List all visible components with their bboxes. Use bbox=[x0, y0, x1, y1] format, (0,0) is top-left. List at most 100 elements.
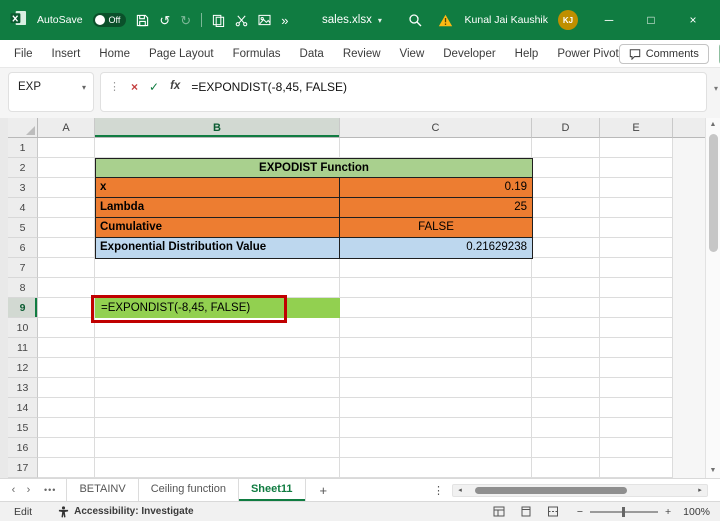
select-all-corner[interactable] bbox=[8, 118, 38, 138]
table-row-label[interactable]: Cumulative bbox=[96, 218, 340, 237]
menu-tab-help[interactable]: Help bbox=[515, 48, 539, 60]
cut-icon[interactable] bbox=[235, 14, 248, 27]
table-row-label[interactable]: x bbox=[96, 178, 340, 197]
zoom-in-icon[interactable]: + bbox=[665, 506, 671, 518]
row-header-5[interactable]: 5 bbox=[8, 218, 38, 238]
table-row-value[interactable]: 0.19 bbox=[340, 178, 532, 197]
table-row-value[interactable]: 0.21629238 bbox=[340, 238, 532, 258]
scroll-right-icon[interactable]: ▸ bbox=[693, 486, 707, 494]
table-row: x 0.19 bbox=[96, 178, 532, 198]
table-row-value[interactable]: 25 bbox=[340, 198, 532, 217]
sheet-tab-betainv[interactable]: BETAINV bbox=[66, 479, 139, 501]
sheet-more-icon[interactable]: ••• bbox=[44, 485, 56, 495]
column-header-c[interactable]: C bbox=[340, 118, 532, 138]
warning-icon[interactable] bbox=[438, 14, 453, 27]
row-header-9[interactable]: 9 bbox=[8, 298, 38, 318]
clipboard-icon[interactable] bbox=[212, 14, 225, 27]
titlebar-divider bbox=[201, 13, 203, 27]
scroll-up-icon[interactable]: ▲ bbox=[710, 118, 717, 132]
row-header-17[interactable]: 17 bbox=[8, 458, 38, 478]
menu-tab-insert[interactable]: Insert bbox=[52, 48, 81, 60]
table-row-value[interactable]: FALSE bbox=[340, 218, 532, 237]
menu-tab-formulas[interactable]: Formulas bbox=[233, 48, 281, 60]
row-header-16[interactable]: 16 bbox=[8, 438, 38, 458]
maximize-button[interactable]: □ bbox=[640, 13, 662, 27]
accessibility-status[interactable]: Accessibility: Investigate bbox=[58, 505, 194, 518]
row-header-14[interactable]: 14 bbox=[8, 398, 38, 418]
cancel-icon[interactable]: × bbox=[131, 80, 138, 94]
document-title[interactable]: sales.xlsx ▾ bbox=[322, 0, 382, 40]
row-header-6[interactable]: 6 bbox=[8, 238, 38, 258]
table-row-label[interactable]: Lambda bbox=[96, 198, 340, 217]
table-row-label[interactable]: Exponential Distribution Value bbox=[96, 238, 340, 258]
vertical-scrollbar[interactable]: ▲ ▼ bbox=[705, 118, 720, 478]
column-header-b[interactable]: B bbox=[95, 118, 340, 138]
horizontal-scroll-thumb[interactable] bbox=[475, 486, 627, 494]
cells-area[interactable]: EXPODIST Function x 0.19 Lambda 25 Cumulativ… bbox=[38, 138, 673, 478]
page-break-view-icon[interactable] bbox=[547, 506, 559, 517]
comments-button[interactable]: Comments bbox=[618, 43, 709, 64]
menu-tab-view[interactable]: View bbox=[400, 48, 425, 60]
add-sheet-button[interactable]: + bbox=[320, 483, 328, 498]
insert-function-icon[interactable]: fx bbox=[170, 80, 180, 92]
menu-tab-data[interactable]: Data bbox=[300, 48, 324, 60]
close-button[interactable]: × bbox=[682, 13, 704, 27]
row-header-2[interactable]: 2 bbox=[8, 158, 38, 178]
quick-access-overflow-icon[interactable]: » bbox=[281, 14, 288, 27]
row-header-15[interactable]: 15 bbox=[8, 418, 38, 438]
sheetbar-overflow-icon[interactable]: ⋮ bbox=[433, 484, 444, 497]
undo-icon[interactable]: ↺ bbox=[159, 14, 170, 27]
menu-tab-home[interactable]: Home bbox=[99, 48, 130, 60]
sheet-tab-sheet11[interactable]: Sheet11 bbox=[238, 479, 306, 501]
enter-icon[interactable]: ✓ bbox=[149, 80, 159, 94]
menu-tab-file[interactable]: File bbox=[14, 48, 33, 60]
row-header-10[interactable]: 10 bbox=[8, 318, 38, 338]
zoom-slider[interactable] bbox=[590, 506, 658, 517]
minimize-button[interactable]: ─ bbox=[598, 13, 620, 27]
scroll-down-icon[interactable]: ▼ bbox=[710, 464, 717, 478]
name-box[interactable]: EXP ▾ bbox=[8, 72, 94, 112]
sheet-nav-right-icon[interactable]: › bbox=[21, 484, 36, 496]
column-header-a[interactable]: A bbox=[38, 118, 95, 138]
scroll-left-icon[interactable]: ◂ bbox=[453, 486, 467, 494]
menu-tab-developer[interactable]: Developer bbox=[443, 48, 495, 60]
horizontal-scrollbar[interactable]: ◂ ▸ bbox=[452, 483, 708, 497]
redo-icon[interactable]: ↻ bbox=[180, 14, 191, 27]
menu-tab-review[interactable]: Review bbox=[343, 48, 381, 60]
table-title[interactable]: EXPODIST Function bbox=[96, 159, 532, 178]
row-header-1[interactable]: 1 bbox=[8, 138, 38, 158]
user-name[interactable]: Kunal Jai Kaushik bbox=[465, 14, 548, 26]
autosave-toggle[interactable]: Off bbox=[92, 13, 127, 27]
avatar[interactable]: KJ bbox=[558, 10, 578, 30]
row-header-4[interactable]: 4 bbox=[8, 198, 38, 218]
picture-icon[interactable] bbox=[258, 14, 271, 26]
formula-bar-expand-icon[interactable]: ▾ bbox=[714, 84, 718, 93]
page-layout-view-icon[interactable] bbox=[520, 506, 532, 517]
save-icon[interactable] bbox=[136, 14, 149, 27]
row-header-12[interactable]: 12 bbox=[8, 358, 38, 378]
chevron-down-icon: ▾ bbox=[377, 15, 382, 25]
zoom-out-icon[interactable]: − bbox=[577, 506, 583, 518]
vertical-scroll-thumb[interactable] bbox=[708, 134, 718, 252]
normal-view-icon[interactable] bbox=[493, 506, 505, 517]
row-header-7[interactable]: 7 bbox=[8, 258, 38, 278]
search-icon[interactable] bbox=[408, 13, 422, 27]
status-bar: Edit Accessibility: Investigate − + 100% bbox=[0, 501, 720, 521]
ribbon-tab-bar: File Insert Home Page Layout Formulas Data Rev… bbox=[0, 40, 720, 68]
table-row: Exponential Distribution Value 0.21629238 bbox=[96, 238, 532, 258]
zoom-percentage[interactable]: 100% bbox=[683, 506, 710, 518]
formula-input[interactable]: ⋮ × ✓ fx =EXPONDIST(-8,45, FALSE) bbox=[100, 72, 707, 112]
row-header-8[interactable]: 8 bbox=[8, 278, 38, 298]
zoom-slider-thumb[interactable] bbox=[622, 506, 625, 517]
row-header-3[interactable]: 3 bbox=[8, 178, 38, 198]
column-header-d[interactable]: D bbox=[532, 118, 600, 138]
row-header-11[interactable]: 11 bbox=[8, 338, 38, 358]
column-header-e[interactable]: E bbox=[600, 118, 673, 138]
menu-tab-power-pivot[interactable]: Power Pivot bbox=[557, 48, 618, 60]
sheet-nav-left-icon[interactable]: ‹ bbox=[6, 484, 21, 496]
sheet-tab-ceiling-function[interactable]: Ceiling function bbox=[139, 479, 239, 501]
autosave-state: Off bbox=[108, 15, 121, 25]
row-header-13[interactable]: 13 bbox=[8, 378, 38, 398]
menu-tab-page-layout[interactable]: Page Layout bbox=[149, 48, 214, 60]
titlebar: AutoSave Off ↺ ↻ » sales.xlsx ▾ Kunal Ja… bbox=[0, 0, 720, 40]
